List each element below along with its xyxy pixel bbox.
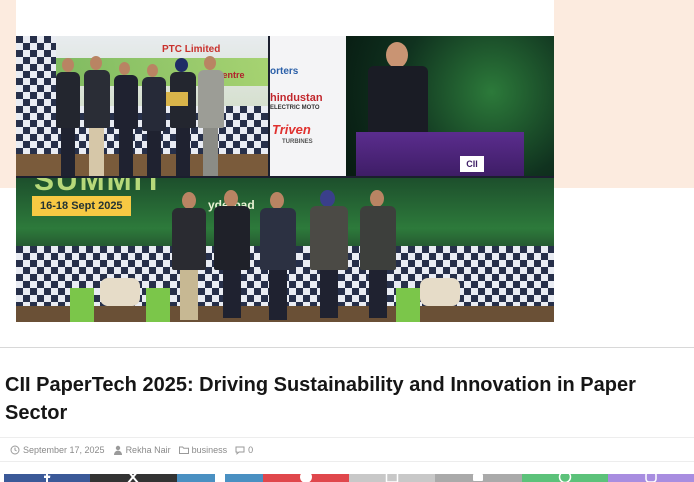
side-table	[146, 288, 170, 322]
print-icon	[473, 474, 484, 481]
ptc-banner-title: PTC Limited	[162, 44, 221, 55]
sponsor-hindustan-sub: ELECTRIC MOTO	[270, 105, 320, 111]
comment-icon	[235, 446, 245, 455]
share-whatsapp-button[interactable]	[521, 474, 608, 482]
whatsapp-icon	[558, 474, 571, 482]
content-card	[16, 0, 554, 37]
section-divider	[0, 347, 694, 348]
post-date-text: September 17, 2025	[23, 444, 105, 455]
featured-image[interactable]: PTC Limited Centre orters hindustan ELEC…	[16, 36, 554, 322]
share-viber-button[interactable]	[607, 474, 694, 482]
chair	[100, 278, 140, 306]
article-meta: September 17, 2025 Rekha Nair business 0	[0, 437, 694, 462]
award-plaque	[166, 92, 188, 106]
share-print-button[interactable]	[435, 474, 522, 482]
post-category[interactable]: business	[178, 444, 228, 455]
sponsor-triveni: Triven	[272, 122, 311, 137]
post-category-text: business	[191, 444, 228, 455]
sponsor-text: orters	[270, 66, 299, 77]
summit-banner-text: SUMMIT	[34, 178, 165, 197]
side-table	[396, 288, 420, 322]
sponsor-triveni-sub: TURBINES	[282, 139, 313, 145]
share-pinterest-button[interactable]	[262, 474, 349, 482]
summit-dates: 16-18 Sept 2025	[32, 196, 131, 216]
stage-floor	[16, 154, 268, 176]
cii-logo: CII	[460, 156, 484, 172]
article-title[interactable]: CII PaperTech 2025: Driving Sustainabili…	[5, 371, 685, 427]
summit-group-photo: SUMMIT 16-18 Sept 2025 yderbad	[16, 178, 554, 322]
side-table	[70, 288, 94, 322]
user-icon	[113, 445, 122, 455]
linkedin-icon	[214, 474, 225, 482]
share-facebook-button[interactable]	[4, 474, 91, 482]
sponsor-hindustan: hindustan	[270, 92, 323, 104]
folder-icon	[178, 446, 189, 454]
x-icon	[127, 474, 139, 482]
speaker-photo: orters hindustan ELECTRIC MOTO Triven TU…	[270, 36, 554, 176]
share-email-button[interactable]	[349, 474, 436, 482]
post-comments-count: 0	[248, 444, 254, 455]
share-linkedin-button[interactable]	[176, 474, 263, 482]
award-ceremony-photo: PTC Limited Centre	[16, 36, 268, 176]
post-author[interactable]: Rekha Nair	[113, 445, 171, 455]
email-icon	[385, 474, 399, 482]
pinterest-icon	[299, 474, 312, 482]
podium	[356, 132, 524, 176]
clock-icon	[10, 445, 20, 454]
facebook-icon	[44, 474, 51, 482]
share-x-button[interactable]	[90, 474, 177, 482]
chair	[420, 278, 460, 306]
post-comments[interactable]: 0	[235, 445, 253, 455]
post-author-text: Rekha Nair	[125, 444, 171, 455]
social-share-bar	[4, 474, 694, 482]
viber-icon	[645, 474, 657, 482]
post-date[interactable]: September 17, 2025	[10, 445, 105, 455]
